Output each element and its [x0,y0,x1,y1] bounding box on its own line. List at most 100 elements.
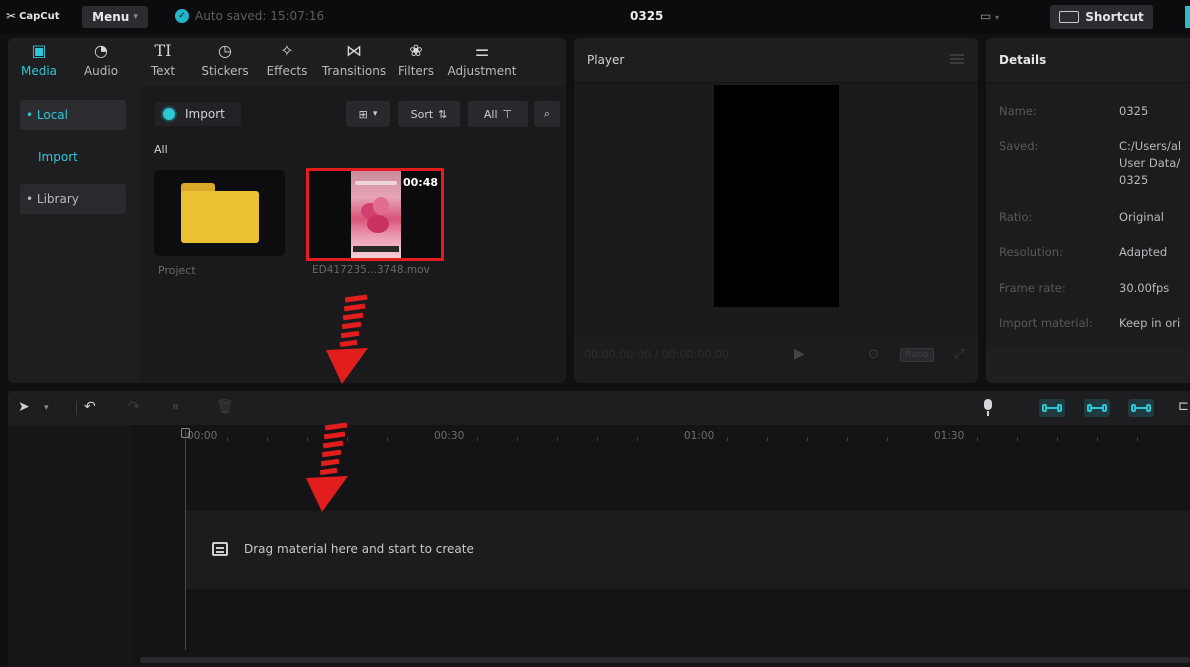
undo-icon[interactable]: ↶ [84,399,96,415]
detail-value: C:/Users/al User Data/ 0325 [1119,139,1182,187]
tab-label: Adjustment [447,64,517,78]
detail-value: 30.00fps [1119,281,1170,295]
ruler-label: 01:30 [934,430,965,442]
effects-icon: ✧ [280,41,294,60]
import-icon [163,108,175,120]
chevron-down-icon: ▾ [372,109,378,119]
timeline-scrollbar[interactable] [140,657,1190,663]
tab-filters[interactable]: ❀ Filters [390,38,442,86]
delete-icon[interactable]: 🗑 [216,399,234,415]
tab-label: Media [20,64,58,78]
sidebar-item-library[interactable]: • Library [20,184,126,214]
drop-hint-text: Drag material here and start to create [244,542,474,556]
play-icon[interactable]: ▶ [794,346,805,362]
ratio-button[interactable]: Ratio [900,348,934,362]
media-sidebar: • Local Import • Library [8,86,140,383]
top-bar: ✂ CapCut Menu ▾ ✓ Auto saved: 15:07:16 0… [0,0,1190,34]
sort-icon: ⇅ [438,107,448,121]
search-icon: ⌕ [543,107,551,120]
export-button-edge[interactable] [1185,6,1190,28]
sort-label: Sort [410,107,434,121]
media-item-folder[interactable] [154,170,285,256]
player-viewport [574,83,978,336]
microphone-icon[interactable] [982,399,994,417]
main-track-dropzone[interactable]: Drag material here and start to create [186,511,1190,589]
detail-label: Name: [999,104,1037,118]
layout-icon[interactable]: ▭ ▾ [980,9,999,23]
player-timecode: 00:00:00:00 / 00:00:00:00 [584,348,729,361]
media-item-label: ED417235...3748.mov [312,264,430,276]
autosave-status: ✓ Auto saved: 15:07:16 [175,9,324,23]
filter-all-label: All [483,107,498,121]
shortcut-label: Shortcut [1085,10,1144,24]
capcut-logo-icon: ✂ [6,9,17,23]
fullscreen-icon[interactable]: ⤢ [954,347,964,362]
menu-button[interactable]: Menu ▾ [82,6,148,28]
detail-value: Adapted [1119,245,1168,259]
detail-label: Ratio: [999,210,1033,224]
hamburger-menu-icon[interactable] [950,54,964,64]
folder-icon [180,183,259,243]
annotation-arrow-down-icon [326,294,368,384]
detail-label: Import material: [999,316,1093,330]
ruler-label: 01:00 [684,430,715,442]
check-circle-icon: ✓ [175,9,189,23]
timeline-tracks[interactable]: 00:00 00:30 01:00 01:30 Drag material he… [132,425,1190,667]
timeline-toolbar: ➤ ▾ ↶ ↷ ⏸ 🗑 ⊏ [8,391,1190,425]
sidebar-item-import[interactable]: Import [20,142,126,172]
ruler-label: 00:30 [434,430,465,442]
tab-media[interactable]: ▣ Media [8,38,70,86]
menu-label: Menu [92,10,130,24]
tab-text[interactable]: TI Text [132,38,194,86]
filters-icon: ❀ [409,41,423,60]
auto-snap-icon[interactable] [1084,399,1110,417]
tab-label: Text [150,64,176,78]
select-pointer-icon[interactable]: ➤ [18,399,30,415]
chevron-down-icon[interactable]: ▾ [44,403,49,413]
annotation-arrow-down-icon [306,422,348,512]
tab-effects[interactable]: ✧ Effects [256,38,318,86]
import-label: Import [185,107,225,121]
tab-label: Transitions [321,64,387,78]
shortcut-button[interactable]: Shortcut [1050,5,1153,29]
project-title: 0325 [630,9,664,23]
ruler-label: 00:00 [187,430,218,442]
details-list: Name: 0325 Saved: C:/Users/al User Data/… [986,83,1190,346]
media-panel: ▣ Media ◔ Audio TI Text ◷ Stickers ✧ Eff… [8,38,566,383]
media-item-video[interactable]: 00:48 [306,168,444,261]
media-icon: ▣ [31,41,47,60]
import-button[interactable]: Import [155,102,241,126]
detail-value: Keep in ori [1119,316,1181,330]
detail-label: Saved: [999,139,1039,153]
tab-audio[interactable]: ◔ Audio [70,38,132,86]
redo-icon[interactable]: ↷ [128,399,140,415]
time-ruler: 00:00 00:30 01:00 01:30 [132,425,1190,447]
capcut-logo: ✂ CapCut [6,9,60,23]
player-controls: 00:00:00:00 / 00:00:00:00 ▶ ⊙ Ratio ⤢ [574,336,978,383]
tab-stickers[interactable]: ◷ Stickers [194,38,256,86]
detail-label: Frame rate: [999,281,1066,295]
detail-value: Original [1119,210,1165,224]
tab-transitions[interactable]: ⋈ Transitions [318,38,390,86]
sidebar-item-local[interactable]: • Local [20,100,126,130]
linkage-icon[interactable] [1128,399,1154,417]
transitions-icon: ⋈ [346,41,362,60]
filter-all-button[interactable]: All ⊤ [468,101,528,127]
media-item-label: Project [158,264,196,277]
split-icon[interactable]: ⏸ [172,399,179,415]
audio-icon: ◔ [94,41,108,60]
zoom-icon[interactable]: ⊙ [868,347,879,362]
view-mode-button[interactable]: ⊞ ▾ [346,101,390,127]
sticker-icon: ◷ [218,41,232,60]
player-panel: Player 00:00:00:00 / 00:00:00:00 ▶ ⊙ Rat… [574,38,978,383]
sort-button[interactable]: Sort ⇅ [398,101,460,127]
media-tabs: ▣ Media ◔ Audio TI Text ◷ Stickers ✧ Eff… [8,38,566,86]
tab-adjustment[interactable]: ⚌ Adjustment [442,38,522,86]
main-track-magnet-icon[interactable] [1039,399,1065,417]
film-icon [212,542,228,556]
preview-axis-icon[interactable]: ⊏ [1178,399,1189,414]
search-button[interactable]: ⌕ [534,101,560,127]
autosave-text: Auto saved: 15:07:16 [195,9,325,23]
detail-value: 0325 [1119,104,1149,118]
detail-label: Resolution: [999,245,1063,259]
